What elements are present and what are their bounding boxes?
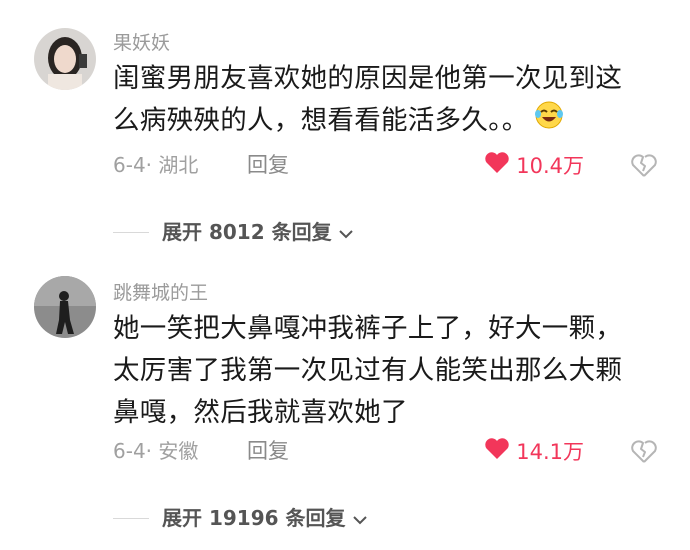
username[interactable]: 果妖妖 xyxy=(113,30,170,56)
username[interactable]: 跳舞城的王 xyxy=(113,280,208,306)
divider xyxy=(113,518,149,519)
dislike-button[interactable] xyxy=(630,152,658,182)
expand-replies-button[interactable]: 展开 8012 条回复 xyxy=(162,218,354,246)
comment-line: 鼻嘎，然后我就喜欢她了 xyxy=(113,397,408,428)
expand-label: 展开 8012 条回复 xyxy=(162,220,332,244)
broken-heart-icon xyxy=(630,154,658,182)
like-button[interactable]: 10.4万 xyxy=(484,151,584,181)
date-location: 6-4· 湖北 xyxy=(113,153,199,177)
comment-line: 她一笑把大鼻嘎冲我裤子上了，好大一颗， xyxy=(113,313,623,344)
avatar[interactable] xyxy=(34,28,96,90)
chevron-down-icon xyxy=(338,218,354,246)
laughing-tears-emoji-icon xyxy=(533,100,565,143)
dislike-button[interactable] xyxy=(630,438,658,468)
heart-icon xyxy=(484,151,510,181)
date-location: 6-4· 安徽 xyxy=(113,439,199,463)
chevron-down-icon xyxy=(352,504,368,532)
comment-text: 她一笑把大鼻嘎冲我裤子上了，好大一颗， 太厉害了我第一次见过有人能笑出那么大颗 … xyxy=(113,308,658,434)
heart-icon xyxy=(484,437,510,467)
like-count: 14.1万 xyxy=(516,440,584,464)
expand-label: 展开 19196 条回复 xyxy=(162,506,346,530)
comment-line: 太厉害了我第一次见过有人能笑出那么大颗 xyxy=(113,355,623,386)
like-count: 10.4万 xyxy=(516,154,584,178)
like-button[interactable]: 14.1万 xyxy=(484,437,584,467)
avatar[interactable] xyxy=(34,276,96,338)
expand-replies-button[interactable]: 展开 19196 条回复 xyxy=(162,504,368,532)
divider xyxy=(113,232,149,233)
reply-button[interactable]: 回复 xyxy=(247,437,289,465)
reply-button[interactable]: 回复 xyxy=(247,151,289,179)
comment-text: 闺蜜男朋友喜欢她的原因是他第一次见到这 么病殃殃的人，想看看能活多久。。 xyxy=(113,58,658,143)
comment-line: 么病殃殃的人，想看看能活多久。。 xyxy=(113,100,658,143)
broken-heart-icon xyxy=(630,440,658,468)
comment-line: 闺蜜男朋友喜欢她的原因是他第一次见到这 xyxy=(113,63,623,94)
